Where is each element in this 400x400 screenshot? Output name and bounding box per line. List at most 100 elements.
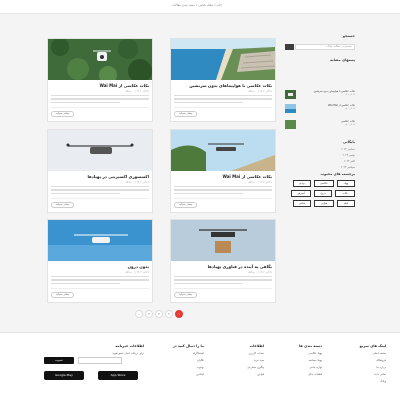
post-card[interactable]: نکات عکاسی با هواپیماهای بدون سرنشین ۲۹ … — [170, 38, 276, 122]
archive-item[interactable]: اکتبر ۲۰۲۳ — [344, 160, 355, 163]
post-meta: ۲۹ آذر ۱۴۰۲ | ۰ دیدگاه — [248, 181, 272, 184]
recent-post-title[interactable]: نکات عکاسی از Wai Mai — [328, 104, 355, 107]
tag[interactable]: عکاسی — [314, 180, 334, 187]
recent-post-item[interactable]: نکات عکاسی از Wai Mai ۲۹ آذر ۱۴۰۲ — [285, 104, 355, 113]
footer-col-categories: دسته بندی ها پهپاد عکاسی پهپاد مسابقه لو… — [299, 344, 322, 376]
recent-posts-title: پستهای مشابه — [330, 58, 355, 62]
tag[interactable]: شامی — [293, 200, 311, 207]
divider — [51, 198, 149, 199]
read-more-button[interactable]: بیشتر بخوانید — [51, 292, 74, 298]
footer-link[interactable]: تلگرام — [173, 359, 204, 362]
breadcrumb[interactable]: خانه » مجله شامی » دسته بندی مقالات — [172, 3, 222, 7]
footer-heading: اطلاعات خبرنامه — [115, 344, 144, 348]
post-image-gray-drone[interactable] — [48, 130, 152, 171]
footer-heading: ما را دنبال کنید در — [172, 344, 204, 348]
page-3-button[interactable]: ۳ — [155, 310, 163, 318]
google-play-badge[interactable]: Google Play — [44, 371, 84, 380]
read-more-button[interactable]: بیشتر بخوانید — [174, 292, 197, 298]
archive-item[interactable]: سپتامبر ۲۰۲۳ — [341, 166, 355, 169]
post-card[interactable]: بدون درون ۲۹ آذر ۱۴۰۲ | ۰ دیدگاه بیشتر ب… — [47, 219, 153, 303]
recent-post-title[interactable]: نکات عکاسی با هواپیمای بدون سرنشین — [314, 90, 355, 93]
post-card[interactable]: نکات عکاسی از Wai Mai ۲۹ آذر ۱۴۰۲ | ۰ دی… — [47, 38, 153, 122]
footer-col-newsletter: اطلاعات خبرنامه برای دریافت اخبار عضو شو… — [112, 344, 144, 355]
tag[interactable]: هوایی — [314, 200, 334, 207]
search-button[interactable] — [285, 44, 294, 50]
post-title[interactable]: اکسسوری اکسیزیتی در پهپادها — [87, 174, 149, 179]
footer-link[interactable]: درباره ما — [360, 366, 386, 369]
post-excerpt — [174, 186, 272, 197]
divider — [174, 288, 272, 289]
read-more-button[interactable]: بیشتر بخوانید — [51, 202, 74, 208]
recent-post-date: ۲۹ آذر ۱۴۰۲ — [344, 108, 355, 110]
footer-link[interactable]: تماس با ما — [360, 373, 386, 376]
app-store-badge[interactable]: App Store — [98, 371, 138, 380]
archive-item[interactable]: نوامبر ۲۰۲۳ — [343, 154, 355, 157]
footer-link[interactable]: صفحه اصلی — [360, 352, 386, 355]
footer-heading: اطلاعات — [249, 344, 264, 348]
footer-link[interactable]: فروشگاه — [360, 359, 386, 362]
recent-post-item[interactable]: نکات عکاسی ۲۹ آذر ۱۴۰۲ — [285, 120, 355, 129]
post-meta: ۲۹ آذر ۱۴۰۲ | ۰ دیدگاه — [125, 90, 149, 93]
footer-link[interactable]: حساب کاربری — [247, 352, 264, 355]
read-more-button[interactable]: بیشتر بخوانید — [51, 111, 74, 117]
recent-post-title[interactable]: نکات عکاسی — [341, 120, 355, 123]
footer-link[interactable]: پیگیری سفارش — [247, 366, 264, 369]
newsletter-email-input[interactable] — [78, 357, 122, 364]
subscribe-button[interactable]: عضویت — [44, 357, 74, 364]
page-1-button[interactable]: ۱ — [175, 310, 183, 318]
divider — [51, 107, 149, 108]
footer-link[interactable]: لوازم جانبی — [299, 366, 322, 369]
post-image-cliff-drone[interactable] — [171, 130, 275, 171]
footer-link[interactable]: وبلاگ — [360, 380, 386, 383]
tag[interactable]: فیلم — [337, 200, 355, 207]
post-excerpt — [51, 95, 149, 106]
recent-post-item[interactable]: نکات عکاسی با هواپیمای بدون سرنشین ۲۹ آذ… — [285, 90, 355, 99]
footer-col-info: اطلاعات حساب کاربری سبد خرید پیگیری سفار… — [247, 344, 264, 376]
footer-link[interactable]: پهپاد عکاسی — [299, 352, 322, 355]
page-4-button[interactable]: ۴ — [145, 310, 153, 318]
tag[interactable]: آموزش — [291, 190, 311, 197]
post-image-white-drone[interactable] — [48, 220, 152, 261]
newsletter-description: برای دریافت اخبار عضو شوید — [112, 352, 144, 355]
post-card[interactable]: اکسسوری اکسیزیتی در پهپادها ۲۹ آذر ۱۴۰۲ … — [47, 129, 153, 213]
post-title[interactable]: نکات عکاسی با هواپیماهای بدون سرنشین — [189, 83, 272, 88]
recent-post-date: ۲۹ آذر ۱۴۰۲ — [344, 94, 355, 96]
search-input[interactable]: جستجو در مطالب وبلاگ... — [295, 44, 355, 50]
post-image-forest-drone[interactable] — [48, 39, 152, 80]
footer-heading: دسته بندی ها — [299, 344, 322, 348]
post-image-beach[interactable] — [171, 39, 275, 80]
footer-link[interactable]: لینکدین — [173, 373, 204, 376]
footer-link[interactable]: قوانین — [247, 373, 264, 376]
tag[interactable]: نکات — [335, 190, 355, 197]
page-2-button[interactable]: ۲ — [165, 310, 173, 318]
post-title[interactable]: نگاهی به آینده در فناوری پهپادها — [208, 264, 272, 269]
post-title[interactable]: بدون درون — [128, 264, 149, 269]
post-excerpt — [51, 186, 149, 197]
footer-link[interactable]: پهپاد مسابقه — [299, 359, 322, 362]
post-excerpt — [51, 276, 149, 287]
archive-item[interactable]: دسامبر ۲۰۲۳ — [341, 148, 355, 151]
read-more-button[interactable]: بیشتر بخوانید — [174, 202, 197, 208]
tag[interactable]: ویدیو — [293, 180, 311, 187]
footer-link[interactable]: سبد خرید — [247, 359, 264, 362]
read-more-button[interactable]: بیشتر بخوانید — [174, 111, 197, 117]
tag[interactable]: درون — [314, 190, 332, 197]
sidebar: جستجو جستجو در مطالب وبلاگ... پستهای مشا… — [285, 34, 355, 207]
post-title[interactable]: نکات عکاسی از Wai Mai — [222, 174, 272, 179]
tags-title: برچسب های محبوب — [320, 172, 356, 176]
footer-col-social: ما را دنبال کنید در اینستاگرام تلگرام یو… — [173, 344, 204, 376]
post-card[interactable]: نکات عکاسی از Wai Mai ۲۹ آذر ۱۴۰۲ | ۰ دی… — [170, 129, 276, 213]
search-title: جستجو — [342, 34, 355, 38]
footer-link[interactable]: اینستاگرام — [173, 352, 204, 355]
footer-link[interactable]: قطعات یدکی — [299, 373, 322, 376]
divider — [174, 198, 272, 199]
post-card[interactable]: نگاهی به آینده در فناوری پهپادها ۲۹ آذر … — [170, 219, 276, 303]
tag[interactable]: پهپاد — [337, 180, 355, 187]
divider — [51, 288, 149, 289]
footer-link[interactable]: یوتیوب — [173, 366, 204, 369]
tag-cloud: پهپاد عکاسی ویدیو نکات درون آموزش فیلم ه… — [285, 180, 355, 220]
post-excerpt — [174, 95, 272, 106]
post-title[interactable]: نکات عکاسی از Wai Mai — [99, 83, 149, 88]
post-image-cargo-drone[interactable] — [171, 220, 275, 261]
next-page-button[interactable]: › — [135, 310, 143, 318]
